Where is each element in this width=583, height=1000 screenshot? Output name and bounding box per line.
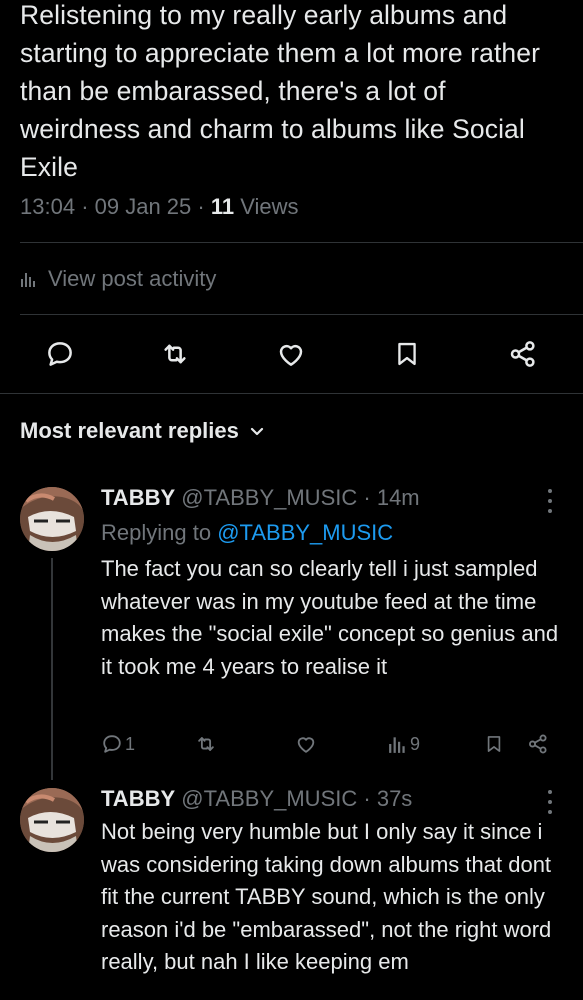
reply-action-bar: 1 9 [0,729,583,759]
bookmark-icon [398,342,416,366]
view-post-activity-link[interactable]: View post activity [20,266,216,292]
reply-text: The fact you can so clearly tell i just … [101,556,559,679]
reply-icon [48,342,72,366]
sort-label: Most relevant replies [20,418,239,443]
meta-separator: · [81,194,89,219]
more-options-icon[interactable] [540,489,560,513]
share-button[interactable] [503,334,543,374]
reply-author-name[interactable]: TABBY [101,485,175,510]
post-date: 09 Jan 25 [94,194,192,219]
chart-bars-icon [389,737,405,753]
more-options-icon[interactable] [540,790,560,814]
reply-button[interactable] [40,334,80,374]
share-button[interactable] [527,729,549,759]
post-action-bar [0,334,583,374]
reply-icon [103,735,121,753]
bookmark-button[interactable] [484,729,504,759]
avatar[interactable] [20,487,84,551]
share-icon [510,341,535,367]
retweet-icon [198,737,214,751]
reply-author-name[interactable]: TABBY [101,786,175,811]
view-post-activity-label: View post activity [48,266,217,291]
reply-count: 1 [125,733,136,754]
reply-button[interactable]: 1 [101,729,135,759]
replying-to-handle[interactable]: @TABBY_MUSIC [217,520,393,545]
post-meta: 13:04 · 09 Jan 25 · 11 Views [20,194,299,220]
post-time: 13:04 [20,194,76,219]
reply-author-handle[interactable]: @TABBY_MUSIC [181,485,357,510]
replying-to: Replying to @TABBY_MUSIC [101,520,393,546]
retweet-icon [164,344,186,364]
reply-author-handle[interactable]: @TABBY_MUSIC [181,786,357,811]
divider [20,242,583,243]
avatar-image [20,788,84,852]
retweet-button[interactable] [155,334,195,374]
views-label: Views [240,194,299,219]
reply-age: 14m [376,485,420,510]
reply-header: TABBY @TABBY_MUSIC · 37s [101,786,412,812]
bookmark-icon [487,736,501,752]
reply-header: TABBY @TABBY_MUSIC · 14m [101,485,420,511]
reply-age: 37s [376,786,413,811]
meta-separator: · [197,194,205,219]
meta-separator: · [363,786,371,811]
chart-bars-icon [21,273,35,287]
like-icon [297,737,315,753]
like-icon [279,344,303,366]
retweet-button[interactable] [194,729,218,759]
reply-text: Not being very humble but I only say it … [101,819,552,974]
like-button[interactable] [295,729,317,759]
view-count: 9 [410,733,421,754]
post-text: Relistening to my really early albums an… [20,0,541,182]
views-button[interactable]: 9 [388,729,420,759]
replies-sort-dropdown[interactable]: Most relevant replies [20,418,265,444]
divider [0,393,583,394]
replying-to-label: Replying to [101,520,212,545]
bookmark-button[interactable] [387,334,427,374]
meta-separator: · [363,485,371,510]
chevron-down-icon [250,427,263,436]
divider [20,314,583,315]
avatar[interactable] [20,788,84,852]
share-icon [529,734,547,754]
avatar-image [20,487,84,551]
views-count: 11 [210,194,235,219]
like-button[interactable] [271,334,311,374]
